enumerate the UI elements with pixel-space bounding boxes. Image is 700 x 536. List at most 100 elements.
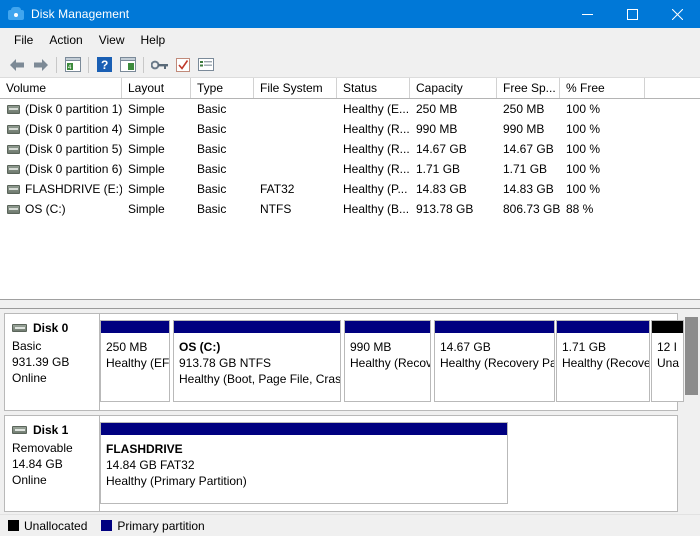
status-cell: Healthy (P... bbox=[337, 179, 410, 199]
menu-file[interactable]: File bbox=[6, 31, 41, 49]
column-free-space[interactable]: Free Sp... bbox=[497, 78, 560, 98]
maximize-button[interactable] bbox=[610, 0, 655, 28]
toolbar-separator-3 bbox=[143, 57, 144, 73]
disk-icon bbox=[12, 324, 27, 332]
part-os-c-size: 913.78 GB NTFS bbox=[179, 355, 335, 371]
column-volume[interactable]: Volume bbox=[0, 78, 122, 98]
close-button[interactable] bbox=[655, 0, 700, 28]
layout-cell: Simple bbox=[122, 139, 191, 159]
disk-row-1[interactable]: Disk 1 Removable 14.84 GB Online FLASHDR… bbox=[4, 415, 678, 512]
layout-cell: Simple bbox=[122, 179, 191, 199]
part-recovery-2-size: 14.67 GB bbox=[440, 339, 549, 355]
volume-label: FLASHDRIVE (E:) bbox=[25, 179, 122, 199]
part-efi[interactable]: 250 MB Healthy (EF bbox=[100, 320, 170, 402]
column-filler[interactable] bbox=[645, 78, 700, 98]
type-cell: Basic bbox=[191, 159, 254, 179]
part-flashdrive[interactable]: FLASHDRIVE 14.84 GB FAT32 Healthy (Prima… bbox=[100, 422, 508, 504]
rescan-disks-icon[interactable] bbox=[171, 54, 194, 76]
table-row[interactable]: (Disk 0 partition 6) Simple Basic Health… bbox=[0, 159, 700, 179]
part-recovery-3[interactable]: 1.71 GB Healthy (Recove bbox=[556, 320, 650, 402]
disk-1-status: Online bbox=[12, 472, 99, 488]
legend-unallocated-swatch bbox=[8, 520, 19, 531]
menu-action[interactable]: Action bbox=[41, 31, 90, 49]
drive-icon bbox=[7, 125, 20, 134]
status-cell: Healthy (E... bbox=[337, 99, 410, 119]
menu-help[interactable]: Help bbox=[133, 31, 174, 49]
free-space-cell: 250 MB bbox=[497, 99, 560, 119]
toolbar: 4 ? bbox=[0, 52, 700, 78]
status-cell: Healthy (B... bbox=[337, 199, 410, 219]
status-cell: Healthy (R... bbox=[337, 159, 410, 179]
part-os-c[interactable]: OS (C:) 913.78 GB NTFS Healthy (Boot, Pa… bbox=[173, 320, 341, 402]
volume-label: OS (C:) bbox=[25, 199, 66, 219]
part-unallocated-bar bbox=[652, 321, 683, 334]
column-capacity[interactable]: Capacity bbox=[410, 78, 497, 98]
part-recovery-3-bar bbox=[557, 321, 649, 334]
volume-list-header: Volume Layout Type File System Status Ca… bbox=[0, 78, 700, 99]
file-system-cell: FAT32 bbox=[254, 179, 337, 199]
percent-free-cell: 100 % bbox=[560, 139, 645, 159]
disk-row-0[interactable]: Disk 0 Basic 931.39 GB Online 250 MB Hea… bbox=[4, 313, 678, 411]
part-recovery-3-status: Healthy (Recove bbox=[562, 355, 644, 371]
forward-arrow-icon[interactable] bbox=[29, 54, 52, 76]
column-status[interactable]: Status bbox=[337, 78, 410, 98]
part-os-c-bar bbox=[174, 321, 340, 334]
percent-free-cell: 100 % bbox=[560, 119, 645, 139]
disk-1-info: Disk 1 Removable 14.84 GB Online bbox=[5, 416, 100, 511]
part-efi-size: 250 MB bbox=[106, 339, 164, 355]
part-flashdrive-status: Healthy (Primary Partition) bbox=[106, 473, 502, 489]
disk-icon bbox=[12, 426, 27, 434]
table-row[interactable]: FLASHDRIVE (E:) Simple Basic FAT32 Healt… bbox=[0, 179, 700, 199]
table-row[interactable]: (Disk 0 partition 4) Simple Basic Health… bbox=[0, 119, 700, 139]
capacity-cell: 913.78 GB bbox=[410, 199, 497, 219]
graphical-view-pane: Disk 0 Basic 931.39 GB Online 250 MB Hea… bbox=[0, 309, 700, 514]
type-cell: Basic bbox=[191, 99, 254, 119]
disk-0-type: Basic bbox=[12, 338, 99, 354]
show-hide-action-pane-icon[interactable] bbox=[116, 54, 139, 76]
graphical-view-vertical-scrollbar[interactable] bbox=[685, 311, 698, 512]
title-bar: Disk Management bbox=[0, 0, 700, 28]
menu-view[interactable]: View bbox=[91, 31, 133, 49]
free-space-cell: 806.73 GB bbox=[497, 199, 560, 219]
table-row[interactable]: OS (C:) Simple Basic NTFS Healthy (B... … bbox=[0, 199, 700, 219]
part-flashdrive-label: FLASHDRIVE bbox=[106, 441, 502, 457]
part-unallocated[interactable]: 12 I Una bbox=[651, 320, 684, 402]
list-view-icon[interactable] bbox=[194, 54, 217, 76]
part-recovery-2[interactable]: 14.67 GB Healthy (Recovery Par bbox=[434, 320, 555, 402]
part-recovery-1[interactable]: 990 MB Healthy (Recov bbox=[344, 320, 431, 402]
disk-0-partitions: 250 MB Healthy (EF OS (C:) 913.78 GB NTF… bbox=[100, 314, 677, 410]
minimize-button[interactable] bbox=[565, 0, 610, 28]
table-row[interactable]: (Disk 0 partition 1) Simple Basic Health… bbox=[0, 99, 700, 119]
volume-label: (Disk 0 partition 4) bbox=[25, 119, 122, 139]
help-question-icon[interactable]: ? bbox=[93, 54, 116, 76]
type-cell: Basic bbox=[191, 139, 254, 159]
back-arrow-icon[interactable] bbox=[6, 54, 29, 76]
part-flashdrive-size: 14.84 GB FAT32 bbox=[106, 457, 502, 473]
part-recovery-2-status: Healthy (Recovery Par bbox=[440, 355, 549, 371]
volume-cell: (Disk 0 partition 4) bbox=[0, 119, 122, 139]
capacity-cell: 1.71 GB bbox=[410, 159, 497, 179]
percent-free-cell: 88 % bbox=[560, 199, 645, 219]
type-cell: Basic bbox=[191, 199, 254, 219]
column-percent-free[interactable]: % Free bbox=[560, 78, 645, 98]
column-file-system[interactable]: File System bbox=[254, 78, 337, 98]
capacity-cell: 250 MB bbox=[410, 99, 497, 119]
disk-1-type: Removable bbox=[12, 440, 99, 456]
show-hide-console-tree-icon[interactable]: 4 bbox=[61, 54, 84, 76]
window-title: Disk Management bbox=[31, 7, 129, 21]
legend-primary-partition-swatch bbox=[101, 520, 112, 531]
column-layout[interactable]: Layout bbox=[122, 78, 191, 98]
disk-1-name: Disk 1 bbox=[33, 423, 68, 437]
column-type[interactable]: Type bbox=[191, 78, 254, 98]
part-unallocated-status: Una bbox=[657, 355, 678, 371]
status-cell: Healthy (R... bbox=[337, 119, 410, 139]
part-os-c-label: OS (C:) bbox=[179, 339, 335, 355]
disk-0-name: Disk 0 bbox=[33, 321, 68, 335]
scrollbar-thumb[interactable] bbox=[685, 317, 698, 395]
part-unallocated-size: 12 I bbox=[657, 339, 678, 355]
table-row[interactable]: (Disk 0 partition 5) Simple Basic Health… bbox=[0, 139, 700, 159]
pane-splitter[interactable] bbox=[0, 300, 700, 309]
drive-icon bbox=[7, 165, 20, 174]
layout-cell: Simple bbox=[122, 159, 191, 179]
properties-key-icon[interactable] bbox=[148, 54, 171, 76]
